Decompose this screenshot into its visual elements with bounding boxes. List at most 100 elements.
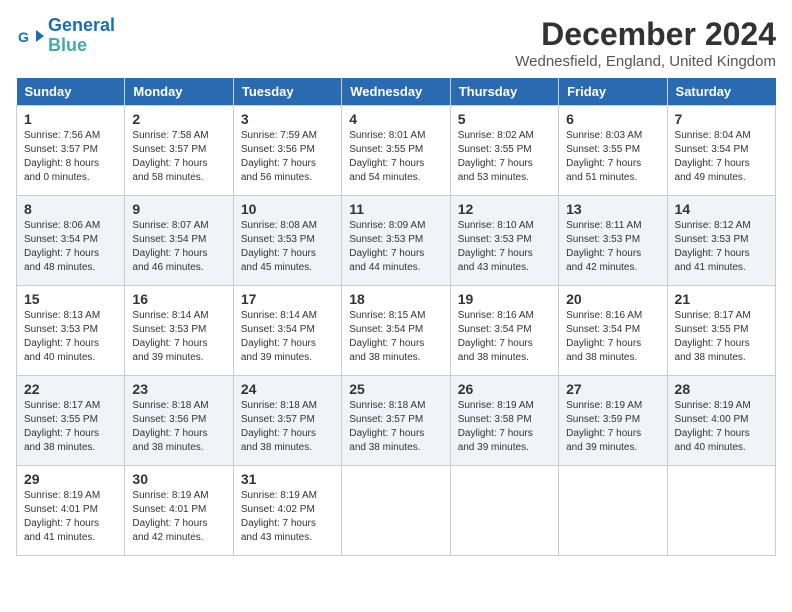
day-number: 3	[241, 111, 334, 127]
day-info: Sunrise: 8:18 AM Sunset: 3:57 PM Dayligh…	[241, 399, 334, 455]
day-number: 12	[458, 201, 551, 217]
day-info: Sunrise: 8:01 AM Sunset: 3:55 PM Dayligh…	[349, 129, 442, 185]
day-number: 26	[458, 381, 551, 397]
day-info: Sunrise: 8:16 AM Sunset: 3:54 PM Dayligh…	[458, 309, 551, 365]
calendar-cell: 18 Sunrise: 8:15 AM Sunset: 3:54 PM Dayl…	[342, 286, 450, 376]
day-number: 11	[349, 201, 442, 217]
calendar-cell: 22 Sunrise: 8:17 AM Sunset: 3:55 PM Dayl…	[17, 376, 125, 466]
day-number: 29	[24, 471, 117, 487]
calendar-cell: 10 Sunrise: 8:08 AM Sunset: 3:53 PM Dayl…	[233, 196, 341, 286]
calendar-cell: 28 Sunrise: 8:19 AM Sunset: 4:00 PM Dayl…	[667, 376, 775, 466]
calendar-cell: 5 Sunrise: 8:02 AM Sunset: 3:55 PM Dayli…	[450, 106, 558, 196]
day-info: Sunrise: 8:15 AM Sunset: 3:54 PM Dayligh…	[349, 309, 442, 365]
calendar-cell	[559, 466, 667, 556]
day-number: 6	[566, 111, 659, 127]
day-info: Sunrise: 8:06 AM Sunset: 3:54 PM Dayligh…	[24, 219, 117, 275]
day-info: Sunrise: 8:18 AM Sunset: 3:56 PM Dayligh…	[132, 399, 225, 455]
day-number: 17	[241, 291, 334, 307]
day-info: Sunrise: 8:08 AM Sunset: 3:53 PM Dayligh…	[241, 219, 334, 275]
day-number: 15	[24, 291, 117, 307]
calendar-cell: 7 Sunrise: 8:04 AM Sunset: 3:54 PM Dayli…	[667, 106, 775, 196]
day-number: 18	[349, 291, 442, 307]
calendar-cell: 23 Sunrise: 8:18 AM Sunset: 3:56 PM Dayl…	[125, 376, 233, 466]
calendar-cell: 19 Sunrise: 8:16 AM Sunset: 3:54 PM Dayl…	[450, 286, 558, 376]
day-number: 31	[241, 471, 334, 487]
day-info: Sunrise: 8:19 AM Sunset: 3:59 PM Dayligh…	[566, 399, 659, 455]
col-header-thursday: Thursday	[450, 78, 558, 106]
day-number: 25	[349, 381, 442, 397]
location-title: Wednesfield, England, United Kingdom	[515, 53, 776, 70]
calendar-cell	[667, 466, 775, 556]
col-header-sunday: Sunday	[17, 78, 125, 106]
day-number: 7	[675, 111, 768, 127]
col-header-saturday: Saturday	[667, 78, 775, 106]
calendar-cell: 24 Sunrise: 8:18 AM Sunset: 3:57 PM Dayl…	[233, 376, 341, 466]
day-number: 22	[24, 381, 117, 397]
day-number: 24	[241, 381, 334, 397]
day-number: 21	[675, 291, 768, 307]
day-info: Sunrise: 8:11 AM Sunset: 3:53 PM Dayligh…	[566, 219, 659, 275]
day-info: Sunrise: 8:16 AM Sunset: 3:54 PM Dayligh…	[566, 309, 659, 365]
day-info: Sunrise: 8:04 AM Sunset: 3:54 PM Dayligh…	[675, 129, 768, 185]
day-info: Sunrise: 8:19 AM Sunset: 4:01 PM Dayligh…	[24, 489, 117, 545]
day-info: Sunrise: 8:19 AM Sunset: 4:02 PM Dayligh…	[241, 489, 334, 545]
calendar-cell: 12 Sunrise: 8:10 AM Sunset: 3:53 PM Dayl…	[450, 196, 558, 286]
calendar-cell: 11 Sunrise: 8:09 AM Sunset: 3:53 PM Dayl…	[342, 196, 450, 286]
calendar-table: SundayMondayTuesdayWednesdayThursdayFrid…	[16, 78, 776, 556]
day-info: Sunrise: 8:12 AM Sunset: 3:53 PM Dayligh…	[675, 219, 768, 275]
calendar-cell: 8 Sunrise: 8:06 AM Sunset: 3:54 PM Dayli…	[17, 196, 125, 286]
day-number: 23	[132, 381, 225, 397]
day-number: 5	[458, 111, 551, 127]
calendar-cell: 16 Sunrise: 8:14 AM Sunset: 3:53 PM Dayl…	[125, 286, 233, 376]
day-number: 1	[24, 111, 117, 127]
day-info: Sunrise: 7:58 AM Sunset: 3:57 PM Dayligh…	[132, 129, 225, 185]
day-number: 4	[349, 111, 442, 127]
day-info: Sunrise: 8:14 AM Sunset: 3:53 PM Dayligh…	[132, 309, 225, 365]
col-header-wednesday: Wednesday	[342, 78, 450, 106]
day-info: Sunrise: 8:07 AM Sunset: 3:54 PM Dayligh…	[132, 219, 225, 275]
calendar-cell: 30 Sunrise: 8:19 AM Sunset: 4:01 PM Dayl…	[125, 466, 233, 556]
day-number: 20	[566, 291, 659, 307]
day-info: Sunrise: 7:56 AM Sunset: 3:57 PM Dayligh…	[24, 129, 117, 185]
day-number: 2	[132, 111, 225, 127]
day-info: Sunrise: 8:14 AM Sunset: 3:54 PM Dayligh…	[241, 309, 334, 365]
col-header-friday: Friday	[559, 78, 667, 106]
day-number: 16	[132, 291, 225, 307]
day-info: Sunrise: 8:17 AM Sunset: 3:55 PM Dayligh…	[675, 309, 768, 365]
calendar-cell: 1 Sunrise: 7:56 AM Sunset: 3:57 PM Dayli…	[17, 106, 125, 196]
day-info: Sunrise: 8:17 AM Sunset: 3:55 PM Dayligh…	[24, 399, 117, 455]
day-number: 27	[566, 381, 659, 397]
calendar-cell: 3 Sunrise: 7:59 AM Sunset: 3:56 PM Dayli…	[233, 106, 341, 196]
logo-text: General Blue	[48, 16, 115, 56]
day-info: Sunrise: 8:02 AM Sunset: 3:55 PM Dayligh…	[458, 129, 551, 185]
logo-icon: G	[16, 22, 44, 50]
calendar-cell	[342, 466, 450, 556]
day-info: Sunrise: 8:09 AM Sunset: 3:53 PM Dayligh…	[349, 219, 442, 275]
day-info: Sunrise: 8:10 AM Sunset: 3:53 PM Dayligh…	[458, 219, 551, 275]
logo: G General Blue	[16, 16, 115, 56]
day-number: 10	[241, 201, 334, 217]
col-header-monday: Monday	[125, 78, 233, 106]
day-info: Sunrise: 8:19 AM Sunset: 4:01 PM Dayligh…	[132, 489, 225, 545]
day-number: 14	[675, 201, 768, 217]
calendar-cell: 13 Sunrise: 8:11 AM Sunset: 3:53 PM Dayl…	[559, 196, 667, 286]
calendar-cell: 27 Sunrise: 8:19 AM Sunset: 3:59 PM Dayl…	[559, 376, 667, 466]
calendar-cell: 29 Sunrise: 8:19 AM Sunset: 4:01 PM Dayl…	[17, 466, 125, 556]
day-info: Sunrise: 8:19 AM Sunset: 4:00 PM Dayligh…	[675, 399, 768, 455]
calendar-cell	[450, 466, 558, 556]
calendar-cell: 21 Sunrise: 8:17 AM Sunset: 3:55 PM Dayl…	[667, 286, 775, 376]
col-header-tuesday: Tuesday	[233, 78, 341, 106]
calendar-cell: 17 Sunrise: 8:14 AM Sunset: 3:54 PM Dayl…	[233, 286, 341, 376]
day-number: 13	[566, 201, 659, 217]
svg-text:G: G	[18, 29, 29, 45]
calendar-cell: 14 Sunrise: 8:12 AM Sunset: 3:53 PM Dayl…	[667, 196, 775, 286]
calendar-cell: 15 Sunrise: 8:13 AM Sunset: 3:53 PM Dayl…	[17, 286, 125, 376]
month-title: December 2024	[515, 16, 776, 53]
day-number: 9	[132, 201, 225, 217]
calendar-cell: 20 Sunrise: 8:16 AM Sunset: 3:54 PM Dayl…	[559, 286, 667, 376]
day-number: 28	[675, 381, 768, 397]
calendar-cell: 9 Sunrise: 8:07 AM Sunset: 3:54 PM Dayli…	[125, 196, 233, 286]
day-number: 30	[132, 471, 225, 487]
day-info: Sunrise: 8:03 AM Sunset: 3:55 PM Dayligh…	[566, 129, 659, 185]
calendar-cell: 2 Sunrise: 7:58 AM Sunset: 3:57 PM Dayli…	[125, 106, 233, 196]
